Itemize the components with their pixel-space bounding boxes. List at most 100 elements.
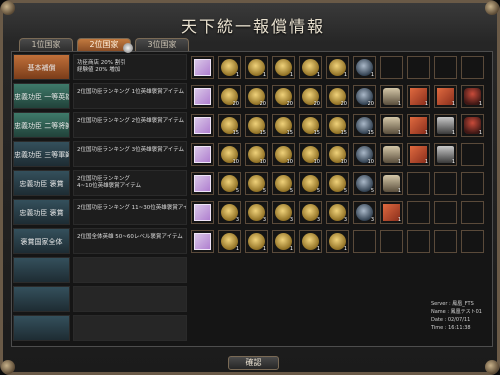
reward-item-slot[interactable]: 1 (380, 85, 403, 108)
item-count: 10 (367, 159, 374, 165)
reward-item-slot[interactable]: 20 (245, 85, 268, 108)
reward-category[interactable]: 褒賞国家全体 (13, 228, 70, 254)
reward-item-slot[interactable]: 5 (299, 172, 322, 195)
reward-item-slot[interactable]: 1 (272, 230, 295, 253)
reward-item-slot[interactable]: 5 (353, 172, 376, 195)
item-count: 1 (424, 130, 428, 136)
reward-item-slot[interactable]: 5 (272, 172, 295, 195)
reward-item-slot[interactable]: 10 (353, 143, 376, 166)
reward-item-slot[interactable] (461, 143, 484, 166)
reward-item-slot[interactable] (380, 56, 403, 79)
reward-item-slot[interactable] (461, 230, 484, 253)
reward-item-slot[interactable]: 10 (245, 143, 268, 166)
reward-item-slot[interactable] (461, 201, 484, 224)
item-count: 10 (313, 159, 320, 165)
reward-item-slot[interactable]: 1 (326, 56, 349, 79)
reward-item-slot[interactable] (191, 230, 214, 253)
reward-item-slot[interactable]: 5 (218, 172, 241, 195)
reward-item-slot[interactable]: 15 (353, 114, 376, 137)
item-count: 3 (235, 217, 239, 223)
reward-item-slot[interactable]: 1 (434, 143, 457, 166)
reward-item-slot[interactable]: 10 (326, 143, 349, 166)
reward-item-slot[interactable]: 20 (326, 85, 349, 108)
reward-item-slot[interactable]: 20 (299, 85, 322, 108)
reward-info-window: 天下統一報償情報 1位国家 2位国家 3位国家 基本補償 功臣商店 20% 割引経… (0, 0, 500, 375)
reward-item-slot[interactable] (407, 230, 430, 253)
reward-item-slot[interactable]: 1 (461, 85, 484, 108)
reward-category[interactable]: 忠義功臣 褒賞 (13, 170, 70, 196)
reward-item-slot[interactable] (407, 201, 430, 224)
reward-item-slot[interactable]: 1 (218, 56, 241, 79)
reward-category[interactable] (13, 315, 70, 341)
reward-item-slot[interactable] (353, 230, 376, 253)
reward-item-slot[interactable]: 15 (326, 114, 349, 137)
reward-item-slot[interactable]: 1 (326, 230, 349, 253)
reward-item-slot[interactable] (407, 172, 430, 195)
item-count: 10 (286, 159, 293, 165)
reward-item-slot[interactable]: 5 (245, 172, 268, 195)
reward-item-slot[interactable]: 1 (461, 114, 484, 137)
reward-item-slot[interactable]: 1 (380, 201, 403, 224)
reward-item-slot[interactable]: 1 (380, 172, 403, 195)
reward-item-slot[interactable]: 1 (245, 230, 268, 253)
reward-item-slot[interactable]: 20 (272, 85, 295, 108)
reward-item-slot[interactable]: 15 (272, 114, 295, 137)
reward-item-slot[interactable]: 15 (245, 114, 268, 137)
reward-item-slot[interactable]: 1 (299, 230, 322, 253)
reward-item-slot[interactable] (407, 56, 430, 79)
reward-item-slot[interactable]: 1 (407, 143, 430, 166)
tab-third-nation[interactable]: 3位国家 (135, 38, 189, 51)
reward-item-slot[interactable] (434, 56, 457, 79)
item-count: 1 (343, 72, 347, 78)
reward-description: 2位国全体英雄 50~60レベル褒賞アイテム (73, 228, 187, 254)
reward-item-slot[interactable]: 1 (434, 85, 457, 108)
reward-item-slot[interactable]: 1 (380, 143, 403, 166)
reward-item-slot[interactable]: 1 (353, 56, 376, 79)
reward-item-slot[interactable]: 10 (272, 143, 295, 166)
reward-item-slot[interactable]: 3 (326, 201, 349, 224)
reward-item-slot[interactable]: 20 (353, 85, 376, 108)
reward-item-slot[interactable] (191, 172, 214, 195)
reward-item-slot[interactable] (434, 172, 457, 195)
reward-item-slot[interactable]: 3 (272, 201, 295, 224)
item-count: 1 (451, 101, 455, 107)
reward-item-slot[interactable]: 3 (299, 201, 322, 224)
reward-category[interactable]: 忠義功臣 二等将帥 (13, 112, 70, 138)
reward-category[interactable]: 忠義功臣 一等英雄 (13, 83, 70, 109)
reward-category[interactable] (13, 257, 70, 283)
reward-item-slot[interactable]: 1 (407, 85, 430, 108)
reward-item-slot[interactable]: 1 (299, 56, 322, 79)
reward-item-slot[interactable] (380, 230, 403, 253)
reward-item-slot[interactable]: 3 (218, 201, 241, 224)
reward-item-slot[interactable]: 1 (272, 56, 295, 79)
reward-item-slot[interactable] (461, 172, 484, 195)
reward-item-slot[interactable] (434, 230, 457, 253)
reward-item-slot[interactable] (191, 114, 214, 137)
reward-item-slot[interactable]: 20 (218, 85, 241, 108)
reward-item-slot[interactable]: 1 (380, 114, 403, 137)
reward-category[interactable]: 忠義功臣 褒賞 (13, 199, 70, 225)
reward-item-slot[interactable]: 10 (218, 143, 241, 166)
reward-item-slot[interactable] (191, 143, 214, 166)
reward-item-slot[interactable]: 3 (353, 201, 376, 224)
reward-item-slot[interactable] (434, 201, 457, 224)
item-count: 15 (367, 130, 374, 136)
confirm-button[interactable]: 確認 (228, 356, 279, 370)
reward-item-slot[interactable]: 1 (245, 56, 268, 79)
reward-item-slot[interactable] (191, 56, 214, 79)
reward-item-slot[interactable]: 15 (218, 114, 241, 137)
reward-item-slot[interactable]: 5 (326, 172, 349, 195)
reward-item-slot[interactable]: 15 (299, 114, 322, 137)
reward-item-slot[interactable] (191, 85, 214, 108)
tab-first-nation[interactable]: 1位国家 (19, 38, 73, 51)
reward-item-slot[interactable] (461, 56, 484, 79)
reward-category[interactable]: 忠義功臣 三等軍師 (13, 141, 70, 167)
reward-item-slot[interactable]: 1 (434, 114, 457, 137)
reward-item-slot[interactable]: 3 (245, 201, 268, 224)
reward-item-slot[interactable]: 1 (407, 114, 430, 137)
reward-item-slot[interactable]: 10 (299, 143, 322, 166)
reward-item-slot[interactable] (191, 201, 214, 224)
reward-category[interactable] (13, 286, 70, 312)
reward-category[interactable]: 基本補償 (13, 54, 70, 80)
reward-item-slot[interactable]: 1 (218, 230, 241, 253)
